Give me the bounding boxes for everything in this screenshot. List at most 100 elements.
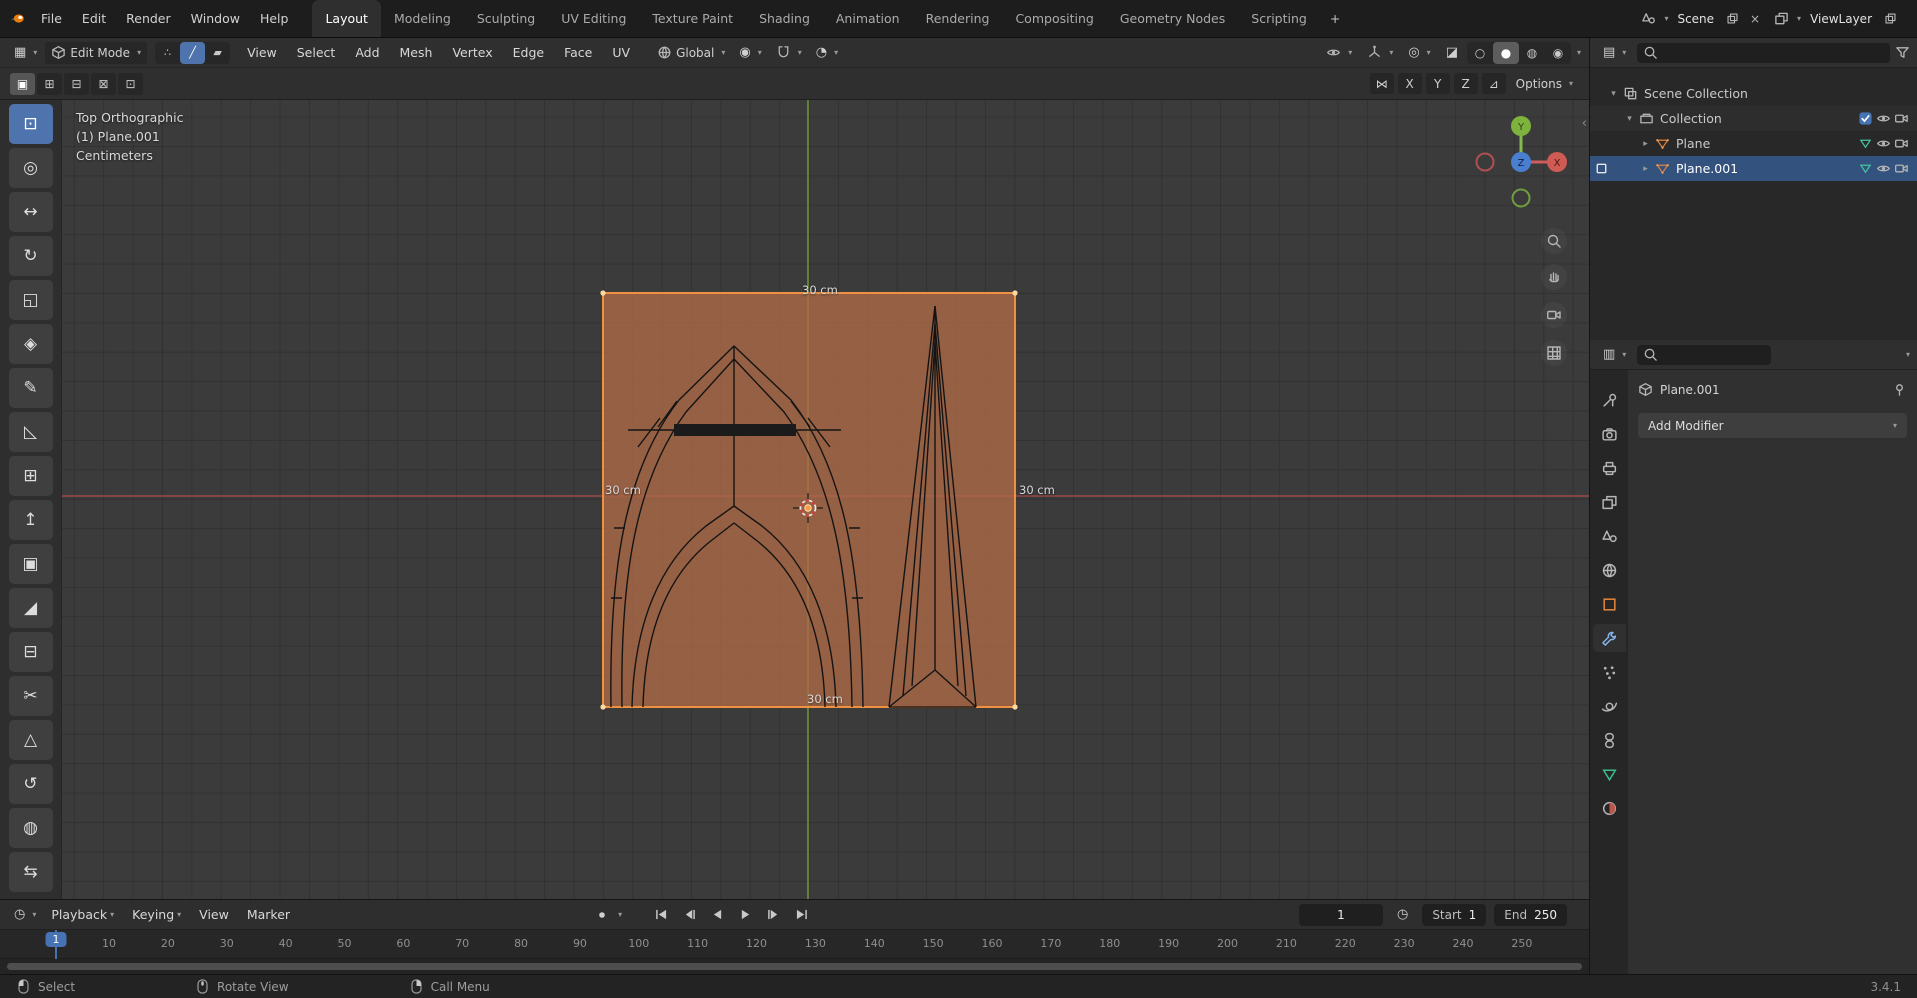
workspace-tab-sculpting[interactable]: Sculpting [464, 0, 548, 37]
camera-view-button[interactable] [1541, 302, 1567, 328]
zoom-button[interactable] [1541, 228, 1567, 254]
check-icon[interactable] [1856, 111, 1874, 126]
menu-timeline-view[interactable]: View [190, 904, 238, 926]
inset-faces-tool[interactable]: ▣ [8, 544, 53, 584]
view-layer-selector[interactable]: ▾ ViewLayer [1774, 10, 1899, 28]
pan-hand-button[interactable] [1541, 264, 1567, 290]
menu-file[interactable]: File [31, 0, 72, 37]
mode-dropdown[interactable]: Edit Mode ▾ [45, 41, 148, 64]
menu-mesh[interactable]: Mesh [391, 42, 442, 64]
select-invert-button[interactable]: ⊠ [91, 72, 116, 95]
workspace-tab-modeling[interactable]: Modeling [381, 0, 464, 37]
play-reverse-button[interactable] [704, 905, 730, 925]
smooth-tool[interactable]: ◍ [8, 808, 53, 848]
playhead[interactable]: 1 [45, 932, 67, 947]
measure-tool[interactable]: ◺ [8, 412, 53, 452]
menu-marker[interactable]: Marker [238, 904, 299, 926]
timeline-editor-type-button[interactable]: ◷ ▾ [8, 904, 42, 926]
overlays-dropdown[interactable]: ◎ ▾ [1402, 42, 1436, 64]
play-button[interactable] [732, 905, 758, 925]
properties-filter-dropdown-icon[interactable]: ▾ [1906, 350, 1910, 359]
eye-icon[interactable] [1874, 136, 1892, 151]
disclosure-arrow[interactable]: ▸ [1638, 164, 1653, 174]
camera-icon[interactable] [1892, 161, 1910, 176]
new-scene-button[interactable] [1723, 10, 1741, 28]
menu-window[interactable]: Window [181, 0, 250, 37]
mesh-band-face[interactable] [674, 424, 796, 436]
sidebar-collapse-arrow[interactable]: ‹ [1582, 116, 1587, 131]
solid-shading-button[interactable]: ● [1492, 41, 1519, 64]
menu-keying[interactable]: Keying ▾ [123, 904, 190, 926]
jump-to-start-button[interactable] [648, 905, 674, 925]
pin-icon[interactable] [1892, 382, 1907, 397]
transform-tool[interactable]: ◈ [8, 324, 53, 364]
auto-keying-dropdown-icon[interactable]: ▾ [618, 910, 622, 919]
workspace-tab-animation[interactable]: Animation [823, 0, 913, 37]
material-tab[interactable] [1593, 794, 1626, 822]
menu-playback[interactable]: Playback ▾ [42, 904, 123, 926]
current-frame-field[interactable]: 1 [1298, 903, 1383, 926]
cursor-tool[interactable]: ◎ [8, 148, 53, 188]
perspective-grid-button[interactable] [1541, 340, 1567, 366]
object-data-tab[interactable] [1593, 760, 1626, 788]
outliner-search-input[interactable] [1637, 42, 1890, 63]
disclosure-arrow[interactable]: ▾ [1622, 114, 1637, 124]
camera-icon[interactable] [1892, 111, 1910, 126]
tool-tab[interactable] [1593, 386, 1626, 414]
spin-tool[interactable]: ↺ [8, 764, 53, 804]
camera-icon[interactable] [1892, 136, 1910, 151]
blender-logo-icon[interactable] [10, 11, 25, 26]
options-dropdown[interactable]: Options ▾ [1510, 73, 1579, 95]
workspace-tab-shading[interactable]: Shading [746, 0, 823, 37]
move-tool[interactable]: ↔ [8, 192, 53, 232]
wireframe-shading-button[interactable]: ○ [1467, 42, 1493, 64]
loop-cut-tool[interactable]: ⊟ [8, 632, 53, 672]
pivot-point-dropdown[interactable]: ◉ ▾ [733, 42, 767, 64]
navigation-gizmo[interactable]: Y X Z [1461, 102, 1581, 222]
auto-keying-button[interactable] [589, 904, 615, 926]
scene-tab[interactable] [1593, 522, 1626, 550]
snap-toggle-button[interactable]: ▾ [770, 42, 808, 64]
workspace-tab-geometry-nodes[interactable]: Geometry Nodes [1107, 0, 1238, 37]
menu-render[interactable]: Render [116, 0, 181, 37]
prev-keyframe-button[interactable] [676, 905, 702, 925]
particles-tab[interactable] [1593, 658, 1626, 686]
viewport-canvas[interactable]: Top Orthographic (1) Plane.001 Centimete… [62, 100, 1589, 899]
edge-select-button[interactable]: ╱ [180, 41, 206, 64]
jump-to-end-button[interactable] [788, 905, 814, 925]
mirror-y-button[interactable]: Y [1425, 73, 1450, 94]
menu-edge[interactable]: Edge [504, 42, 553, 64]
outliner-row-collection[interactable]: ▾ Collection [1590, 106, 1917, 131]
frame-end-field[interactable]: End 250 [1494, 903, 1567, 926]
scene-selector[interactable]: ▾ Scene × [1641, 10, 1764, 28]
xray-toggle-button[interactable]: ◪ [1440, 42, 1464, 64]
properties-editor-type-button[interactable]: ▥ ▾ [1597, 344, 1632, 366]
view-layer-tab[interactable] [1593, 488, 1626, 516]
visibility-dropdown[interactable]: ▾ [1320, 42, 1358, 64]
knife-tool[interactable]: ✂ [8, 676, 53, 716]
menu-vertex[interactable]: Vertex [443, 42, 501, 64]
next-keyframe-button[interactable] [760, 905, 786, 925]
annotate-tool[interactable]: ✎ [8, 368, 53, 408]
face-select-button[interactable]: ▰ [205, 42, 230, 64]
axis-neg-y-handle[interactable] [1511, 188, 1531, 208]
menu-edit[interactable]: Edit [72, 0, 116, 37]
select-extend-button[interactable]: ⊞ [37, 72, 62, 95]
add-modifier-dropdown[interactable]: Add Modifier ▾ [1638, 413, 1907, 438]
axis-neg-x-handle[interactable] [1475, 152, 1495, 172]
bevel-tool[interactable]: ◢ [8, 588, 53, 628]
add-cube-tool[interactable]: ⊞ [8, 456, 53, 496]
poly-build-tool[interactable]: △ [8, 720, 53, 760]
workspace-tab-compositing[interactable]: Compositing [1002, 0, 1106, 37]
workspace-tab-rendering[interactable]: Rendering [913, 0, 1003, 37]
frame-start-field[interactable]: Start 1 [1422, 903, 1487, 926]
filter-icon[interactable] [1895, 45, 1910, 60]
workspace-tab-scripting[interactable]: Scripting [1238, 0, 1320, 37]
editor-type-button[interactable]: ▦ ▾ [8, 42, 43, 64]
disclosure-arrow[interactable]: ▸ [1638, 139, 1653, 149]
menu-add[interactable]: Add [346, 42, 388, 64]
new-view-layer-button[interactable] [1881, 10, 1899, 28]
workspace-tab-texture-paint[interactable]: Texture Paint [639, 0, 746, 37]
outliner-row-plane[interactable]: ▸ Plane [1590, 131, 1917, 156]
eye-icon[interactable] [1874, 161, 1892, 176]
